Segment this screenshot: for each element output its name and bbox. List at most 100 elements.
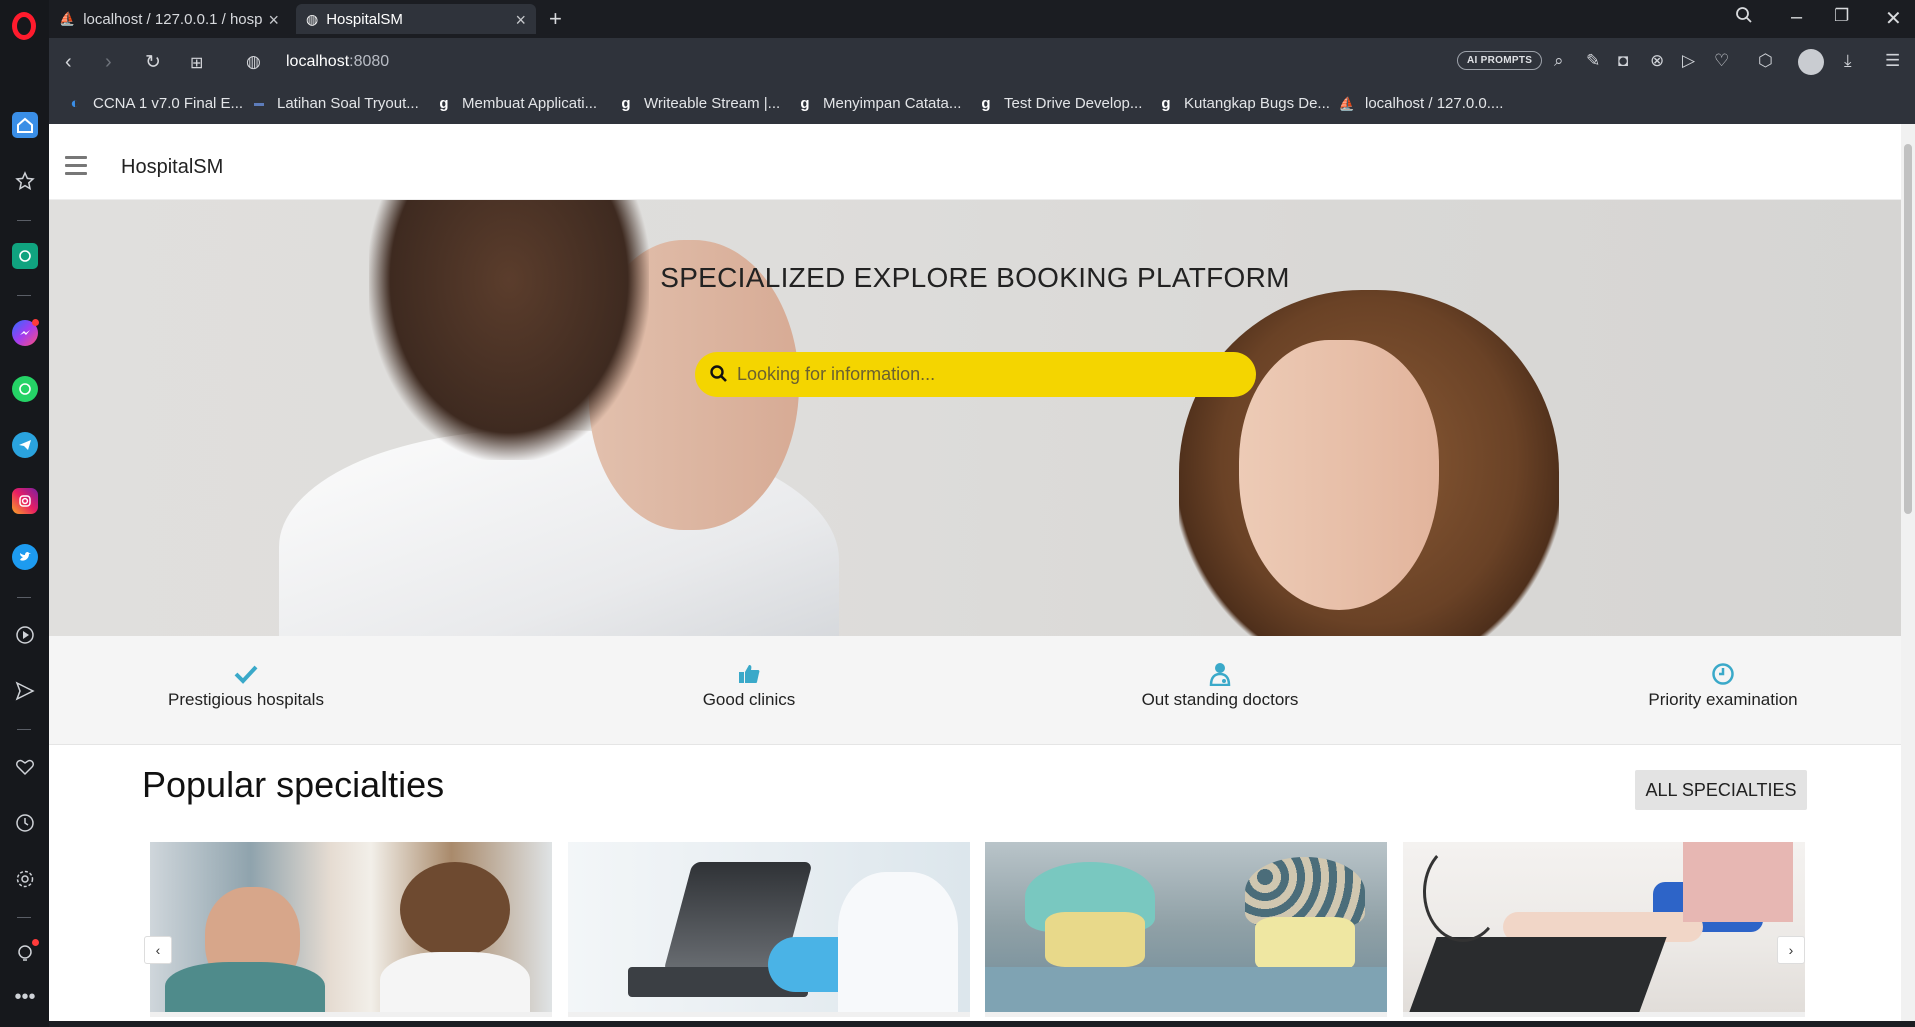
send-icon[interactable] <box>12 678 38 704</box>
bookmarks-bar: ◐ CCNA 1 v7.0 Final E... ▬ Latihan Soal … <box>49 88 1915 124</box>
restore-button[interactable]: ❐ <box>1834 6 1849 26</box>
reload-icon[interactable]: ↻ <box>145 51 161 74</box>
instagram-icon[interactable] <box>12 488 38 514</box>
tab-bar: ⛵ localhost / 127.0.0.1 / hosp × ◍ Hospi… <box>49 0 1915 38</box>
heart-icon[interactable]: ♡ <box>1714 51 1729 71</box>
ai-prompts-button[interactable]: AI PROMPTS <box>1457 51 1543 70</box>
check-icon <box>234 665 258 684</box>
close-icon[interactable]: × <box>515 10 526 31</box>
cube-icon[interactable]: ⬡ <box>1758 51 1773 71</box>
edit-icon[interactable]: ✎ <box>1586 51 1600 71</box>
feature-outstanding-doctors: Out standing doctors <box>1115 662 1325 710</box>
bookmark-label: Test Drive Develop... <box>1004 95 1143 112</box>
feature-priority-examination: Priority examination <box>1623 662 1823 710</box>
specialty-card[interactable] <box>1403 842 1805 1017</box>
url-host: localhost <box>286 53 350 70</box>
bookmark-item[interactable]: g Kutangkap Bugs De... <box>1158 95 1330 112</box>
bookmark-label: Writeable Stream |... <box>644 95 781 112</box>
ad-block-icon[interactable]: ⊗ <box>1650 51 1664 71</box>
doctor-icon <box>1209 663 1231 686</box>
bookmark-item[interactable]: ⛵ localhost / 127.0.0.... <box>1338 95 1504 112</box>
carousel-prev-button[interactable]: ‹ <box>144 936 172 964</box>
close-icon[interactable]: × <box>268 10 279 31</box>
scrollbar[interactable] <box>1901 124 1915 1021</box>
g-icon: g <box>981 95 991 112</box>
search-box[interactable] <box>695 352 1256 397</box>
history-icon[interactable] <box>12 810 38 836</box>
section-title: Popular specialties <box>142 764 445 805</box>
menu-icon[interactable] <box>65 156 87 180</box>
specialty-card[interactable] <box>150 842 552 1017</box>
web-page: HospitalSM SPECIALIZED EXPLORE BOOKING P… <box>49 124 1901 1021</box>
whatsapp-icon[interactable] <box>12 376 38 402</box>
search-icon <box>710 365 727 382</box>
bookmark-label: Kutangkap Bugs De... <box>1184 95 1330 112</box>
scrollbar-thumb[interactable] <box>1904 144 1912 514</box>
home-icon[interactable] <box>12 112 38 138</box>
opera-logo-icon[interactable] <box>12 12 36 40</box>
feature-prestigious-hospitals: Prestigious hospitals <box>156 662 336 710</box>
tab-hospitalsm[interactable]: ◍ HospitalSM × <box>296 4 536 34</box>
bookmark-item[interactable]: ◐ CCNA 1 v7.0 Final E... <box>67 95 243 112</box>
bookmark-label: localhost / 127.0.0.... <box>1365 95 1504 112</box>
thumbs-up-icon <box>739 665 760 683</box>
bookmark-item[interactable]: ▬ Latihan Soal Tryout... <box>251 95 419 112</box>
specialty-card[interactable] <box>568 842 970 1017</box>
all-specialties-button[interactable]: ALL SPECIALTIES <box>1635 770 1807 810</box>
sidebar-divider <box>17 220 31 221</box>
url-field[interactable]: localhost:8080 <box>286 53 389 71</box>
forward-icon[interactable]: › <box>105 51 112 74</box>
brand-name[interactable]: HospitalSM <box>121 156 223 179</box>
more-icon[interactable]: ••• <box>12 984 38 1010</box>
globe-icon: ◍ <box>246 52 261 71</box>
tabs-grid-icon[interactable]: ⊞ <box>190 53 203 73</box>
search-tabs-icon[interactable] <box>1735 6 1753 30</box>
avatar[interactable] <box>1798 49 1824 75</box>
tab-title: HospitalSM <box>326 10 403 28</box>
twitter-icon[interactable] <box>12 544 38 570</box>
g-icon: g <box>621 95 631 112</box>
search-input[interactable] <box>737 352 1237 397</box>
hero-banner: SPECIALIZED EXPLORE BOOKING PLATFORM <box>49 200 1901 636</box>
close-window-button[interactable]: ✕ <box>1885 6 1902 31</box>
easy-setup-icon[interactable]: ☰ <box>1885 51 1900 71</box>
bookmark-label: Menyimpan Catata... <box>823 95 962 112</box>
back-icon[interactable]: ‹ <box>65 51 72 74</box>
sidebar-divider <box>17 597 31 598</box>
carousel-next-button[interactable]: › <box>1777 936 1805 964</box>
settings-icon[interactable] <box>12 866 38 892</box>
telegram-icon[interactable] <box>12 432 38 458</box>
bookmark-item[interactable]: g Membuat Applicati... <box>436 95 597 112</box>
tab-title: localhost / 127.0.0.1 / hosp <box>83 10 263 28</box>
phpmyadmin-icon: ⛵ <box>1338 95 1356 111</box>
minimize-button[interactable]: – <box>1791 6 1802 29</box>
chat-icon[interactable]: ⌕ <box>1554 51 1564 71</box>
feature-label: Out standing doctors <box>1141 690 1299 709</box>
hero-title: SPECIALIZED EXPLORE BOOKING PLATFORM <box>660 262 1290 293</box>
g-icon: g <box>439 95 449 112</box>
specialty-card[interactable] <box>985 842 1387 1017</box>
camera-icon[interactable]: ◘ <box>1618 51 1628 71</box>
clock-icon <box>1712 663 1734 685</box>
card-footer <box>1403 1012 1805 1017</box>
send-icon[interactable]: ▷ <box>1682 51 1695 71</box>
sidebar-divider <box>17 295 31 296</box>
bookmark-item[interactable]: g Menyimpan Catata... <box>797 95 961 112</box>
messenger-icon[interactable] <box>12 319 39 346</box>
tab-phpmyadmin[interactable]: ⛵ localhost / 127.0.0.1 / hosp × <box>49 4 289 34</box>
bookmark-item[interactable]: g Writeable Stream |... <box>618 95 780 112</box>
card-footer <box>150 1012 552 1017</box>
sidebar-divider <box>17 917 31 918</box>
tips-icon[interactable] <box>12 939 39 966</box>
star-icon[interactable] <box>12 168 38 194</box>
globe-icon: ◍ <box>306 10 319 27</box>
download-icon[interactable]: ⤓ <box>1844 51 1852 71</box>
opera-sidebar: ••• <box>0 0 49 1027</box>
new-tab-button[interactable]: + <box>549 6 562 32</box>
card-footer <box>568 1012 970 1017</box>
heart-icon[interactable] <box>12 754 38 780</box>
bookmark-item[interactable]: g Test Drive Develop... <box>978 95 1142 112</box>
phpmyadmin-icon: ⛵ <box>59 11 76 26</box>
chatgpt-icon[interactable] <box>12 243 38 269</box>
player-icon[interactable] <box>12 622 38 648</box>
